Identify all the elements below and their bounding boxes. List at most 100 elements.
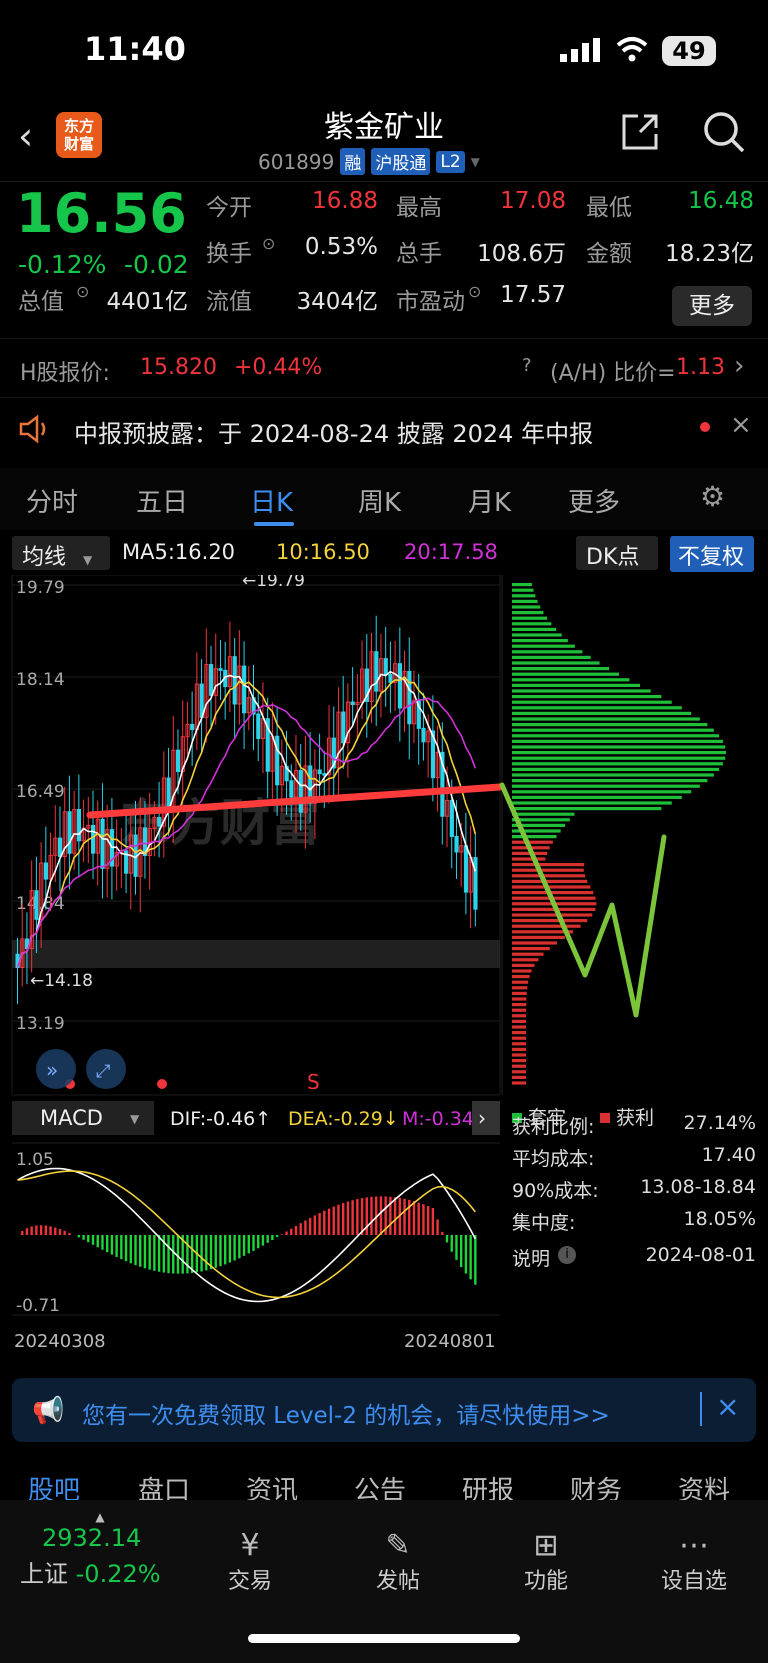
edit-icon: ✎ [385, 1528, 411, 1563]
dock-trade[interactable]: ¥ 交易 [200, 1528, 300, 1595]
ah-ratio-value: 1.13 [676, 355, 725, 380]
adjust-button[interactable]: 不复权 [670, 536, 754, 572]
chip-bar [512, 958, 539, 962]
wifi-icon [616, 37, 648, 62]
chip-bar [512, 1081, 527, 1085]
chip-bar [512, 717, 700, 721]
dock-trade-label: 交易 [227, 1569, 272, 1594]
tag-margin: 融 [340, 148, 366, 175]
period-tabs: 分时 五日 日K 周K 月K 更多 ⚙ [0, 468, 768, 530]
status-time: 11:40 [84, 30, 186, 68]
info-icon[interactable]: ⊙ [76, 282, 89, 301]
signal-icon [560, 38, 600, 62]
tab-more[interactable]: 更多 [568, 482, 620, 519]
tab-intraday[interactable]: 分时 [26, 482, 78, 519]
chip-bar [512, 583, 532, 587]
chip-bar [512, 751, 726, 755]
chip-bar [512, 1053, 527, 1057]
chip-bar [512, 1031, 527, 1035]
info-icon[interactable]: i [558, 1246, 576, 1264]
candle-body [383, 658, 388, 675]
chip-bar [512, 622, 552, 626]
h-share-row[interactable]: H股报价: 15.820 +0.44% ? (A/H) 比价= 1.13 › [0, 338, 768, 398]
stat-avg-cost-value: 17.40 [701, 1144, 756, 1166]
chip-bar [512, 840, 553, 844]
tab-monthly-k[interactable]: 月K [468, 482, 511, 519]
market-cap-value: 4401亿 [106, 289, 188, 315]
chip-bar [512, 1059, 527, 1063]
stat-avg-cost-label: 平均成本: [512, 1148, 595, 1170]
stat-concentration-label: 集中度: [512, 1212, 576, 1234]
search-icon[interactable] [700, 108, 748, 156]
chip-bar [512, 616, 548, 620]
chip-bar [512, 818, 570, 822]
battery-icon: 49 [662, 36, 716, 66]
tab-daily-k[interactable]: 日K [250, 482, 293, 519]
candle-body [190, 723, 195, 731]
chip-bar [512, 1008, 527, 1012]
candle-body [397, 663, 403, 709]
chip-bar [512, 885, 591, 889]
level2-banner[interactable]: 📢 您有一次免费领取 Level-2 的机会，请尽快使用>> × [12, 1378, 756, 1442]
dock-functions[interactable]: ⊞ 功能 [496, 1528, 596, 1595]
chip-bar [512, 611, 544, 615]
last-price: 16.56 [16, 182, 187, 245]
candle-body [175, 749, 181, 773]
settings-gear-icon[interactable]: ⚙ [700, 480, 725, 513]
chip-bar [512, 868, 584, 872]
info-icon[interactable]: ⊙ [468, 282, 481, 301]
chip-bar [512, 739, 723, 743]
candle-body [407, 670, 412, 725]
header-bar: ‹ 东方 财富 紫金矿业 601899 融 沪股通 L2 ▼ [0, 100, 768, 182]
tab-weekly-k[interactable]: 周K [358, 482, 401, 519]
candle-body [232, 656, 237, 705]
candle-body [463, 845, 469, 893]
chip-bar [512, 975, 530, 979]
chip-bar [512, 650, 583, 654]
more-dots-icon: ⋯ [679, 1528, 709, 1563]
chip-bar [512, 952, 544, 956]
stat-profit-ratio-value: 27.14% [683, 1112, 756, 1134]
chip-bar [512, 1070, 527, 1074]
chip-stats: 获利比例: 27.14% 平均成本: 17.40 90%成本: 13.08-18… [512, 1112, 756, 1312]
more-button[interactable]: 更多 [672, 286, 752, 326]
index-widget[interactable]: ▲ 2932.14 上证 -0.22% [20, 1510, 180, 1589]
macd-select-label: MACD [40, 1106, 103, 1130]
tab-five-day[interactable]: 五日 [136, 482, 188, 519]
dock-post-label: 发帖 [375, 1569, 420, 1594]
candle-body [289, 780, 294, 798]
note-label[interactable]: 说明 [512, 1244, 550, 1271]
open-value: 16.88 [312, 188, 378, 214]
chip-bar [512, 1025, 527, 1029]
notice-bar[interactable]: 中报预披露：于 2024-08-24 披露 2024 年中报 × [0, 398, 768, 460]
high-value: 17.08 [500, 188, 566, 214]
chip-bar [512, 644, 575, 648]
dock-watchlist[interactable]: ⋯ 设自选 [644, 1528, 744, 1595]
dropdown-caret-icon[interactable]: ▼ [471, 155, 480, 169]
indicator-row: 均线 ▼ MA5:16.20 10:16.50 20:17.58 DK点 不复权 [0, 532, 768, 576]
chip-bar [512, 790, 692, 794]
sell-signal-marker: S [307, 1070, 320, 1094]
info-icon[interactable]: ⊙ [262, 234, 275, 253]
candle-body [317, 769, 322, 775]
macd-y-bottom: -0.71 [16, 1296, 60, 1316]
chip-bar [512, 655, 591, 659]
chip-bar [512, 879, 588, 883]
chip-bar [512, 695, 662, 699]
ma-select[interactable]: 均线 ▼ [12, 536, 110, 570]
close-icon[interactable]: × [716, 1390, 739, 1423]
chip-bar [512, 807, 662, 811]
chip-bar [512, 1003, 527, 1007]
dock-post[interactable]: ✎ 发帖 [348, 1528, 448, 1595]
dif-value: DIF:-0.46↑ [170, 1108, 271, 1130]
stock-code-line[interactable]: 601899 融 沪股通 L2 ▼ [258, 148, 480, 175]
chevron-right-icon: › [478, 1106, 486, 1130]
chip-bar [512, 667, 610, 671]
share-icon[interactable] [618, 110, 662, 154]
tag-l2: L2 [436, 150, 465, 173]
dk-button[interactable]: DK点 [576, 536, 658, 570]
chip-bar [512, 1064, 527, 1068]
help-icon[interactable]: ? [522, 355, 532, 376]
caret-up-icon: ▲ [95, 1510, 105, 1524]
close-icon[interactable]: × [730, 410, 752, 440]
